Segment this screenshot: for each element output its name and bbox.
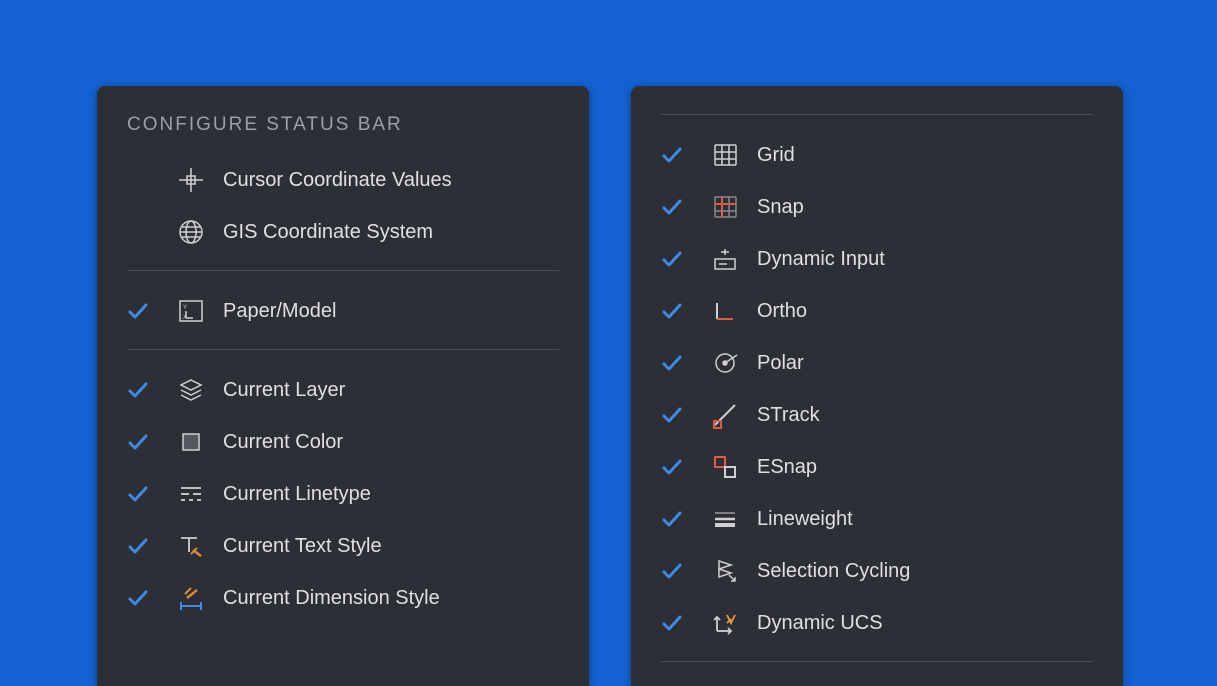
layers-icon — [169, 376, 213, 404]
divider — [127, 270, 559, 271]
menu-item-label: GIS Coordinate System — [213, 221, 559, 244]
menu-item-snap[interactable]: Snap — [661, 181, 1093, 233]
polar-icon — [703, 349, 747, 377]
check-icon — [661, 144, 703, 166]
check-icon — [661, 456, 703, 478]
menu-item-label: Cursor Coordinate Values — [213, 169, 559, 192]
paper-model-icon: YX — [169, 297, 213, 325]
check-icon — [127, 587, 169, 609]
check-icon — [127, 379, 169, 401]
menu-item-label: Selection Cycling — [747, 560, 1093, 583]
esnap-icon — [703, 453, 747, 481]
check-icon — [661, 404, 703, 426]
menu-item-selection-cycling[interactable]: Selection Cycling — [661, 545, 1093, 597]
menu-item-label: Dynamic Input — [747, 248, 1093, 271]
menu-item-current-dim-style[interactable]: Current Dimension Style — [127, 572, 559, 624]
check-icon — [127, 483, 169, 505]
menu-item-ortho[interactable]: Ortho — [661, 285, 1093, 337]
menu-item-dynamic-ucs[interactable]: Dynamic UCS — [661, 597, 1093, 649]
divider — [127, 349, 559, 350]
configure-status-bar-panel-left: CONFIGURE STATUS BAR Cursor Coordinate V… — [97, 86, 589, 686]
grid-icon — [703, 141, 747, 169]
menu-item-paper-model[interactable]: YX Paper/Model — [127, 285, 559, 337]
check-icon — [661, 196, 703, 218]
menu-item-current-layer[interactable]: Current Layer — [127, 364, 559, 416]
strack-icon — [703, 401, 747, 429]
menu-item-label: Current Layer — [213, 379, 559, 402]
dyn-ucs-icon — [703, 609, 747, 637]
lineweight-icon — [703, 505, 747, 533]
menu-item-grid[interactable]: Grid — [661, 129, 1093, 181]
select-cycle-icon — [703, 557, 747, 585]
menu-item-label: Polar — [747, 352, 1093, 375]
menu-item-label: STrack — [747, 404, 1093, 427]
snap-icon — [703, 193, 747, 221]
menu-item-strack[interactable]: STrack — [661, 389, 1093, 441]
divider — [661, 114, 1093, 115]
menu-item-gis-coord[interactable]: GIS Coordinate System — [127, 206, 559, 258]
menu-item-esnap[interactable]: ESnap — [661, 441, 1093, 493]
menu-item-label: Dynamic UCS — [747, 612, 1093, 635]
check-icon — [127, 300, 169, 322]
menu-item-label: Grid — [747, 144, 1093, 167]
menu-item-lineweight[interactable]: Lineweight — [661, 493, 1093, 545]
panel-title: CONFIGURE STATUS BAR — [127, 114, 559, 136]
menu-item-label: Current Linetype — [213, 483, 559, 506]
check-icon — [127, 431, 169, 453]
menu-item-current-color[interactable]: Current Color — [127, 416, 559, 468]
globe-icon — [169, 218, 213, 246]
text-style-icon — [169, 532, 213, 560]
check-icon — [661, 248, 703, 270]
dyn-input-icon — [703, 245, 747, 273]
ortho-icon — [703, 297, 747, 325]
menu-item-label: Lineweight — [747, 508, 1093, 531]
menu-item-label: Ortho — [747, 300, 1093, 323]
menu-item-current-text-style[interactable]: Current Text Style — [127, 520, 559, 572]
square-icon — [169, 428, 213, 456]
check-icon — [661, 300, 703, 322]
check-icon — [127, 535, 169, 557]
menu-item-label: Current Dimension Style — [213, 587, 559, 610]
menu-item-label: Current Text Style — [213, 535, 559, 558]
configure-status-bar-panel-right: Grid Snap Dynamic Input Ortho Polar — [631, 86, 1123, 686]
check-icon — [661, 612, 703, 634]
svg-text:Y: Y — [183, 305, 187, 311]
check-icon — [661, 352, 703, 374]
menu-item-label: Snap — [747, 196, 1093, 219]
menu-item-label: Current Color — [213, 431, 559, 454]
linetype-icon — [169, 480, 213, 508]
menu-item-label: Paper/Model — [213, 300, 559, 323]
divider — [661, 661, 1093, 662]
menu-item-polar[interactable]: Polar — [661, 337, 1093, 389]
menu-item-dynamic-input[interactable]: Dynamic Input — [661, 233, 1093, 285]
menu-item-current-linetype[interactable]: Current Linetype — [127, 468, 559, 520]
check-icon — [661, 508, 703, 530]
dimension-icon — [169, 584, 213, 612]
menu-item-label: ESnap — [747, 456, 1093, 479]
crosshair-icon — [169, 166, 213, 194]
menu-item-cursor-coord[interactable]: Cursor Coordinate Values — [127, 154, 559, 206]
check-icon — [661, 560, 703, 582]
